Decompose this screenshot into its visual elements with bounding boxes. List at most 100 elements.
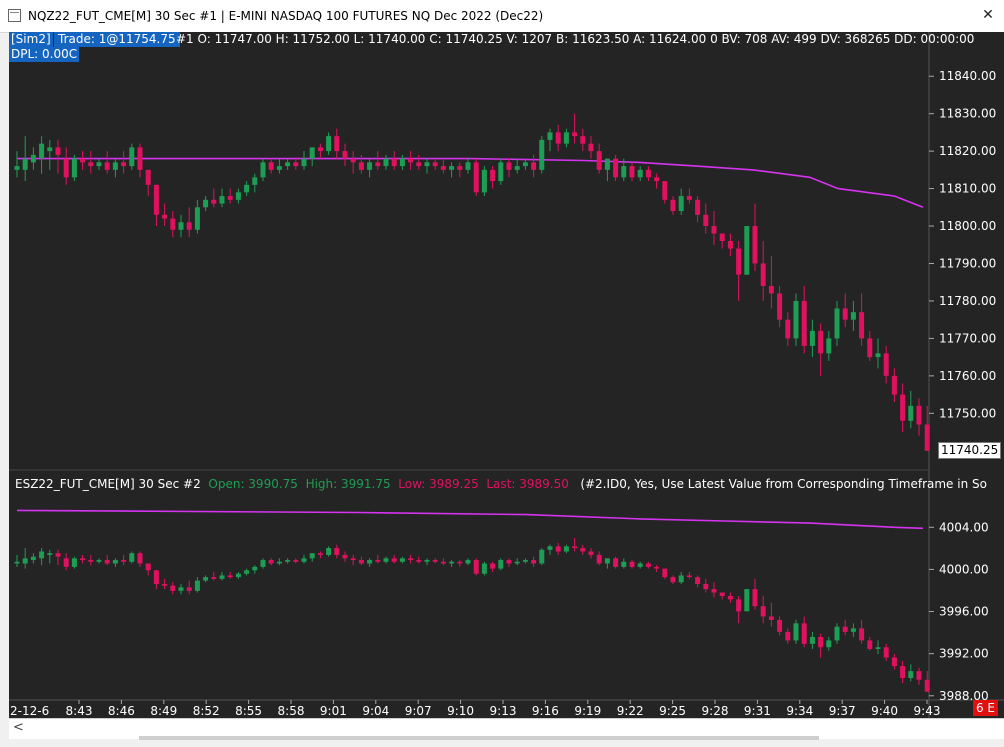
main-candle-body: [55, 147, 61, 155]
sub-candle-body: [850, 628, 856, 632]
sub-symbol: ESZ22_FUT_CME[M] 30 Sec #2: [15, 477, 201, 491]
sub-candle-body: [826, 640, 832, 648]
close-button[interactable]: ✕: [980, 7, 996, 23]
sub-open: Open: 3990.75: [208, 477, 298, 491]
sub-candle-body: [596, 554, 602, 564]
sub-candle-body: [900, 666, 906, 679]
sub-candle-body: [457, 561, 463, 564]
account-label[interactable]: [Sim2]: [9, 32, 53, 47]
main-candle-body: [301, 158, 307, 167]
scroll-thumb[interactable]: [139, 736, 819, 740]
sub-candle-body: [178, 587, 184, 591]
sub-candle-body: [637, 563, 643, 567]
main-candle-body: [268, 162, 274, 170]
main-candle-body: [203, 199, 209, 208]
sub-y-tick-label: 4004.00: [939, 520, 989, 534]
sub-low: Low: 3989.25: [398, 477, 479, 491]
main-candle-body: [736, 248, 742, 275]
main-candle-body: [580, 136, 586, 144]
main-candle-body: [367, 162, 373, 170]
main-y-tick-label: 11800.00: [939, 219, 996, 233]
main-candle-body: [47, 147, 53, 152]
sub-candle-body: [662, 568, 668, 578]
sub-candle-body: [449, 561, 455, 564]
main-candle-body: [686, 196, 692, 200]
status-badge[interactable]: 6 E: [973, 700, 998, 716]
main-candle-body: [276, 166, 282, 170]
sub-candle-body: [777, 619, 783, 632]
main-candle-body: [170, 218, 176, 230]
main-candle-body: [654, 177, 660, 182]
sub-candle-body: [539, 549, 545, 564]
main-candle-body: [572, 132, 578, 137]
main-candle-body: [63, 158, 69, 178]
main-candle-body: [498, 162, 504, 182]
time-tick-label: 8:43: [66, 704, 93, 718]
last-price-box: 11740.25: [938, 442, 1001, 459]
sub-y-tick-label: 3996.00: [939, 605, 989, 619]
sub-candle-body: [334, 548, 340, 555]
sub-candle-body: [399, 558, 405, 562]
main-candle-body: [440, 166, 446, 170]
time-tick-label: 9:04: [362, 704, 389, 718]
sub-candle-body: [375, 560, 381, 562]
sub-candle-body: [736, 599, 742, 612]
main-candle-body: [555, 132, 561, 144]
main-candle-body: [531, 162, 537, 170]
main-candle-body: [244, 184, 250, 193]
sub-candle-body: [260, 560, 266, 567]
main-candle-body: [481, 169, 487, 193]
main-candle-body: [30, 154, 36, 163]
main-candle-body: [506, 162, 512, 170]
main-y-tick-label: 11820.00: [939, 144, 996, 158]
trade-label[interactable]: Trade: 1@11754.75: [54, 32, 180, 47]
main-candle-body: [842, 308, 848, 320]
sub-candle-body: [588, 551, 594, 555]
sub-candle-body: [711, 589, 717, 593]
sub-candle-body: [555, 546, 561, 552]
main-candle-body: [596, 151, 602, 170]
sub-candle-body: [531, 560, 537, 564]
main-candle-body: [539, 139, 545, 170]
main-candle-body: [883, 353, 889, 376]
main-y-tick-label: 11840.00: [939, 69, 996, 83]
scroll-left-icon[interactable]: <: [13, 720, 24, 735]
sub-candle-body: [121, 560, 127, 562]
main-y-tick-label: 11830.00: [939, 107, 996, 121]
chart-canvas[interactable]: 11840.00 11830.00 11820.00 11810.00 11800.00…: [9, 32, 1004, 718]
title-bar: NQZ22_FUT_CME[M] 30 Sec #1 | E-MINI NASD…: [0, 0, 1004, 33]
main-candle-body: [186, 222, 192, 230]
main-candle-body: [629, 166, 635, 178]
time-tick-label: 9:13: [490, 704, 517, 718]
main-candle-body: [744, 226, 750, 275]
main-candle-body: [219, 196, 225, 204]
sub-candle-body: [809, 636, 815, 644]
sub-candle-body: [301, 558, 307, 562]
main-candle-body: [137, 147, 143, 170]
main-candle-body: [711, 226, 717, 234]
sub-candle-body: [285, 560, 291, 562]
horizontal-scrollbar[interactable]: <: [9, 718, 1004, 740]
sub-candle-body: [416, 560, 422, 562]
sub-candle-body: [317, 553, 323, 555]
sub-candle-body: [801, 623, 807, 644]
sub-candle-body: [686, 575, 692, 578]
chart-area[interactable]: 11840.00 11830.00 11820.00 11810.00 11800.00…: [9, 32, 1004, 718]
sub-candle-body: [96, 560, 102, 562]
sub-candle-body: [170, 585, 176, 591]
sub-candle-body: [842, 626, 848, 632]
main-candle-body: [80, 158, 86, 163]
sub-candle-body: [522, 560, 528, 562]
main-candle-body: [875, 353, 881, 358]
sub-candle-body: [112, 560, 118, 564]
main-candle-body: [768, 285, 774, 294]
main-candle-body: [473, 162, 479, 193]
main-candle-body: [727, 241, 733, 249]
sub-candle-body: [695, 577, 701, 584]
main-candle-body: [604, 158, 610, 170]
main-candle-body: [867, 338, 873, 358]
sub-candle-body: [244, 570, 250, 574]
sub-candle-body: [88, 560, 94, 562]
date-label: 2-12-6: [10, 704, 49, 718]
time-tick-label: 8:46: [108, 704, 135, 718]
